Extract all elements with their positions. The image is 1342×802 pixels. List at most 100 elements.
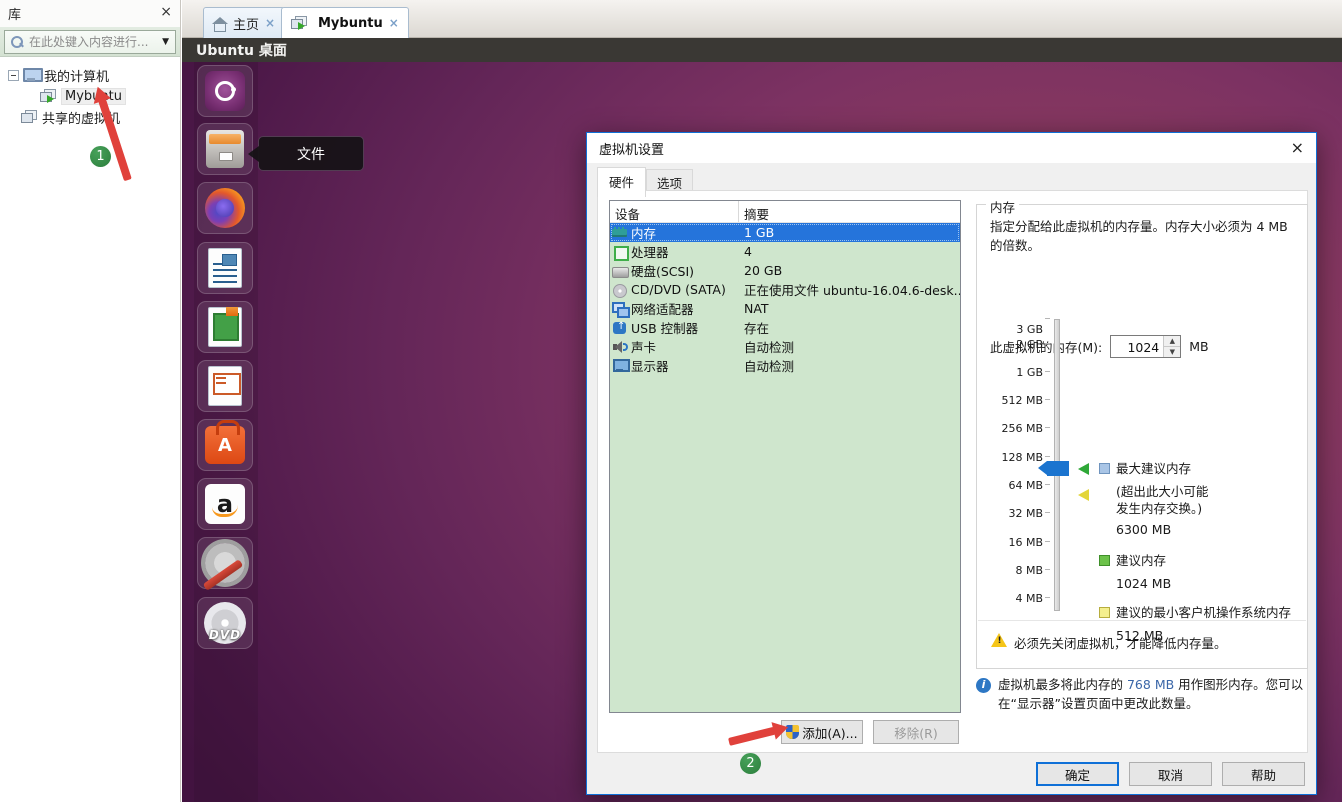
annotation-step-1-badge: 1 [90, 146, 111, 167]
dvd-icon[interactable]: DVD [197, 597, 253, 649]
tab-mybuntu-label: Mybuntu [318, 16, 383, 31]
column-header-device[interactable]: 设备 [610, 201, 739, 222]
minimum-memory-marker-icon [1078, 489, 1089, 501]
libreoffice-writer-icon[interactable] [197, 242, 253, 294]
recommended-memory-value: 1024 MB [1116, 576, 1171, 593]
shared-vm-icon [21, 110, 37, 124]
memory-group: 内存 指定分配给此虚拟机的内存量。内存大小必须为 4 MB 的倍数。 此虚拟机的… [976, 204, 1308, 669]
tick-label: 16 MB [983, 536, 1043, 549]
tab-strip: 主页 × Mybuntu × [182, 0, 1342, 38]
tree-label-my-computer: 我的计算机 [44, 66, 109, 85]
system-settings-icon[interactable] [197, 537, 253, 589]
tab-hardware[interactable]: 硬件 [597, 167, 646, 197]
table-row-sound-card[interactable]: 声卡 自动检测 [610, 337, 960, 356]
tick-label: 128 MB [983, 451, 1043, 464]
table-row-hard-disk[interactable]: 硬盘(SCSI) 20 GB [610, 261, 960, 280]
memory-warning: 必须先关闭虚拟机，才能降低内存量。 [978, 620, 1306, 667]
max-memory-legend-icon [1099, 463, 1110, 474]
hard-disk-icon [612, 264, 628, 278]
search-input[interactable]: 在此处键入内容进行... ▼ [4, 30, 176, 54]
device-table-header: 设备 摘要 [610, 201, 960, 223]
tree-item-shared-vms[interactable]: 共享的虚拟机 [0, 107, 180, 127]
memory-warning-text: 必须先关闭虚拟机，才能降低内存量。 [1014, 633, 1227, 667]
max-memory-label: 最大建议内存 [1116, 461, 1191, 478]
vm-console-titlebar: Ubuntu 桌面 [182, 38, 1342, 62]
network-adapter-icon [612, 302, 628, 316]
tree-item-my-computer[interactable]: 我的计算机 [0, 65, 180, 85]
search-dropdown-icon[interactable]: ▼ [162, 37, 169, 47]
vm-icon [291, 16, 307, 30]
tab-mybuntu-close-icon[interactable]: × [389, 16, 399, 30]
dialog-close-icon[interactable]: × [1291, 138, 1304, 157]
tick-label: 512 MB [983, 394, 1043, 407]
tick-label: 2 GB [983, 338, 1043, 351]
search-placeholder: 在此处键入内容进行... [29, 33, 158, 50]
table-row-network-adapter[interactable]: 网络适配器 NAT [610, 299, 960, 318]
library-panel: 库 × 在此处键入内容进行... ▼ 我的计算机 Mybuntu 共享的虚拟机 [0, 0, 181, 802]
column-header-summary[interactable]: 摘要 [739, 201, 960, 222]
tick-label: 4 MB [983, 592, 1043, 605]
tick-label: 1 GB [983, 366, 1043, 379]
amazon-icon[interactable]: a [197, 478, 253, 530]
files-icon[interactable] [197, 123, 253, 175]
library-title: 库 [8, 4, 21, 23]
firefox-icon[interactable] [197, 182, 253, 234]
memory-slider-handle[interactable] [1047, 461, 1069, 476]
info-icon: i [976, 678, 991, 693]
graphics-memory-info-text: 虚拟机最多将此内存的 768 MB 用作图形内存。您可以在“显示器”设置页面中更… [998, 676, 1308, 714]
minimum-memory-legend-icon [1099, 607, 1110, 618]
launcher-tooltip-label: 文件 [297, 144, 325, 164]
remove-button[interactable]: 移除(R) [873, 720, 959, 744]
library-search-strip: 在此处键入内容进行... ▼ [0, 27, 180, 57]
memory-description: 指定分配给此虚拟机的内存量。内存大小必须为 4 MB 的倍数。 [990, 217, 1290, 256]
max-memory-note-1: (超出此大小可能 [1116, 484, 1208, 501]
libreoffice-impress-icon[interactable] [197, 360, 253, 412]
sound-card-icon [612, 340, 628, 354]
ok-button[interactable]: 确定 [1036, 762, 1119, 786]
dialog-buttons: 确定 取消 帮助 [1036, 762, 1305, 786]
device-table: 设备 摘要 内存 1 GB 处理器 4 硬盘(SCSI) 20 GB CD/DV… [609, 200, 961, 713]
recommended-memory-legend-icon [1099, 555, 1110, 566]
recommended-memory-label: 建议内存 [1116, 553, 1166, 570]
dialog-titlebar[interactable]: 虚拟机设置 × [587, 133, 1316, 163]
tick-label: 256 MB [983, 422, 1043, 435]
tab-home[interactable]: 主页 × [203, 7, 285, 38]
table-row-processors[interactable]: 处理器 4 [610, 242, 960, 261]
display-icon [612, 359, 628, 373]
home-icon [213, 17, 227, 30]
tab-mybuntu[interactable]: Mybuntu × [281, 7, 409, 38]
library-close-icon[interactable]: × [160, 4, 172, 20]
vm-icon [40, 89, 56, 103]
help-button[interactable]: 帮助 [1222, 762, 1305, 786]
table-row-display[interactable]: 显示器 自动检测 [610, 356, 960, 375]
table-row-memory[interactable]: 内存 1 GB [610, 223, 960, 242]
dialog-title: 虚拟机设置 [599, 139, 664, 158]
annotation-step-2-badge: 2 [740, 753, 761, 774]
processor-icon [612, 245, 628, 259]
library-header: 库 × [0, 0, 180, 27]
table-row-cd-dvd[interactable]: CD/DVD (SATA) 正在使用文件 ubuntu-16.04.6-desk… [610, 280, 960, 299]
collapse-icon[interactable] [8, 70, 19, 81]
max-memory-note-2: 发生内存交换。) [1116, 501, 1202, 518]
tick-label: 64 MB [983, 479, 1043, 492]
tab-home-close-icon[interactable]: × [265, 16, 275, 30]
recommended-memory-marker-icon [1078, 463, 1089, 475]
add-button[interactable]: 添加(A)... [781, 720, 863, 744]
table-row-usb-controller[interactable]: USB 控制器 存在 [610, 318, 960, 337]
search-icon [11, 36, 23, 48]
memory-icon [612, 226, 628, 240]
memory-slider-zone: 3 GB 2 GB 1 GB 512 MB 256 MB 128 MB 64 M… [977, 305, 1309, 635]
max-memory-value: 6300 MB [1116, 522, 1171, 539]
vmware-window: 库 × 在此处键入内容进行... ▼ 我的计算机 Mybuntu 共享的虚拟机 [0, 0, 1342, 802]
vm-settings-dialog: 虚拟机设置 × 硬件 选项 设备 摘要 内存 1 GB 处理器 4 硬盘(SCS… [586, 132, 1317, 795]
usb-controller-icon [612, 321, 628, 335]
ubuntu-dash-icon[interactable] [197, 65, 253, 117]
cancel-button[interactable]: 取消 [1129, 762, 1212, 786]
launcher-tooltip: 文件 [258, 136, 364, 171]
libreoffice-calc-icon[interactable] [197, 301, 253, 353]
tick-label: 8 MB [983, 564, 1043, 577]
unity-launcher: A a DVD [194, 62, 258, 802]
tick-label: 32 MB [983, 507, 1043, 520]
memory-group-legend: 内存 [986, 197, 1019, 216]
ubuntu-software-icon[interactable]: A [197, 419, 253, 471]
